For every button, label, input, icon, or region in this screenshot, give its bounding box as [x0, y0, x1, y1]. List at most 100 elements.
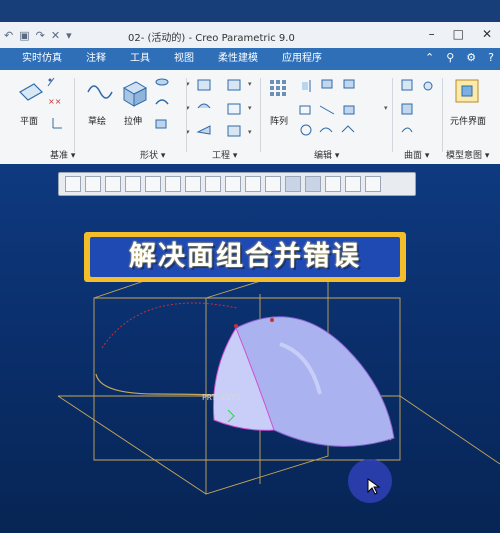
settings-icon[interactable]: ⚙	[466, 51, 476, 64]
blend-icon	[155, 119, 167, 129]
group-label-editing[interactable]: 编辑 ▾	[314, 148, 339, 161]
offset-icon	[319, 127, 333, 133]
project-icon	[300, 124, 312, 136]
appearance-icon[interactable]	[325, 176, 341, 192]
plane-button[interactable]: 平面	[20, 114, 38, 127]
tab-tools[interactable]: 工具	[118, 48, 162, 70]
mirror-icon	[302, 80, 311, 92]
axis-icon: ××	[48, 97, 61, 106]
freestyle-icon	[423, 81, 433, 91]
hole-icon	[197, 79, 211, 91]
svg-text:▾: ▾	[248, 104, 252, 112]
caption-banner: 解决面组合并错误	[78, 232, 412, 288]
round-icon	[197, 103, 211, 109]
pause-icon[interactable]	[345, 176, 361, 192]
view-normal-icon[interactable]	[285, 176, 301, 192]
sweep-icon	[155, 99, 169, 105]
chamfer-icon	[196, 125, 211, 135]
csys-icon	[52, 118, 62, 129]
boundary-blend-icon	[401, 103, 413, 115]
window-title: 02- (活动的) - Creo Parametric 9.0	[128, 33, 295, 44]
zoom-out-icon[interactable]	[105, 176, 121, 192]
group-separator	[260, 78, 261, 152]
pattern-button[interactable]: 阵列	[270, 114, 288, 127]
title-bar: ↶ ▣ ↷ ✕ ▾ 02- (活动的) - Creo Parametric 9.…	[0, 22, 500, 49]
help-icon[interactable]: ?	[488, 51, 494, 64]
repaint-icon[interactable]	[125, 176, 141, 192]
vertex-marker	[270, 318, 274, 322]
graphics-viewport[interactable]: PRT_CSYS	[0, 164, 500, 533]
undo-icon[interactable]: ↶	[4, 29, 13, 42]
extrude-button[interactable]: 拉伸	[124, 114, 142, 127]
tab-annotate[interactable]: 注释	[74, 48, 118, 70]
redo-icon[interactable]: ↷	[36, 29, 45, 42]
style-icon	[401, 127, 413, 133]
thicken-icon	[343, 105, 355, 115]
graphics-toolbar	[58, 172, 416, 196]
group-separator	[392, 78, 393, 152]
search-icon[interactable]: ⚲	[446, 51, 454, 64]
section-icon[interactable]	[305, 176, 321, 192]
rib-icon	[227, 125, 241, 137]
vertex-marker	[234, 324, 238, 328]
group-separator	[74, 78, 75, 152]
extend-icon	[299, 105, 311, 115]
ribbon-right-icons: ⌃ ⚲ ⚙ ?	[425, 51, 494, 64]
tab-flexible-modeling[interactable]: 柔性建模	[206, 48, 270, 70]
view-manager-icon[interactable]	[185, 176, 201, 192]
tab-applications[interactable]: 应用程序	[270, 48, 334, 70]
mouse-pointer-icon	[367, 478, 381, 495]
collapse-ribbon-icon[interactable]: ⌃	[425, 51, 434, 64]
surface-fill-icon	[401, 79, 413, 91]
ribbon-tabs: 实时仿真 注释 工具 视图 柔性建模 应用程序 ⌃ ⚲ ⚙ ?	[0, 48, 500, 70]
spin-center-icon[interactable]	[265, 176, 281, 192]
sketch-icon	[87, 85, 113, 99]
perspective-icon[interactable]	[205, 176, 221, 192]
group-separator	[442, 78, 443, 152]
close-window-icon[interactable]: ✕	[51, 29, 60, 42]
group-label-engineering[interactable]: 工程 ▾	[212, 148, 237, 161]
group-label-shapes[interactable]: 形状 ▾	[140, 148, 165, 161]
tab-real-time-simulation[interactable]: 实时仿真	[0, 48, 74, 70]
shell-icon	[227, 103, 241, 115]
trim-icon	[319, 105, 335, 115]
svg-text:▾: ▾	[248, 128, 252, 136]
extrude-icon	[122, 81, 148, 107]
close-button[interactable]: ✕	[482, 27, 492, 41]
window-frame-top	[0, 0, 500, 22]
group-label-datum[interactable]: 基准 ▾	[50, 148, 75, 161]
annotation-display-icon[interactable]	[245, 176, 261, 192]
dropdown-arrows: ▾▾▾ ▾▾▾ ▾	[186, 80, 388, 136]
banner-title: 解决面组合并错误	[129, 241, 361, 272]
plane-tag-text: PRT_CSYS	[202, 393, 241, 402]
sketch-button[interactable]: 草绘	[88, 114, 106, 127]
saved-orientations-icon[interactable]	[165, 176, 181, 192]
pattern-icon	[270, 80, 286, 96]
refit-icon[interactable]	[65, 176, 81, 192]
plane-icon	[19, 83, 43, 101]
solidify-icon	[341, 125, 355, 133]
group-label-model-intent[interactable]: 模型意图 ▾	[446, 148, 489, 161]
zoom-in-icon[interactable]	[85, 176, 101, 192]
svg-text:××: ××	[48, 97, 61, 106]
component-interface-button[interactable]: 元件界面	[450, 114, 486, 127]
draft-icon	[227, 79, 241, 91]
quick-access-toolbar: ↶ ▣ ↷ ✕ ▾	[0, 29, 72, 42]
svg-text:▾: ▾	[384, 104, 388, 112]
display-style-icon[interactable]	[145, 176, 161, 192]
datum-display-icon[interactable]	[225, 176, 241, 192]
display-options-icon[interactable]	[365, 176, 381, 192]
revolve-icon	[155, 78, 169, 86]
save-icon[interactable]: ▣	[19, 29, 29, 42]
model-geometry: PRT_CSYS	[57, 259, 500, 495]
minimize-button[interactable]: –	[429, 27, 435, 41]
group-label-surfaces[interactable]: 曲面 ▾	[404, 148, 429, 161]
intersect-icon	[343, 79, 355, 89]
group-separator	[186, 78, 187, 152]
tab-view[interactable]: 视图	[162, 48, 206, 70]
ribbon-panel: ×× ▾ ▾ ▾ ▾ ▾ ▾ ▾ 平面 草绘 拉伸 阵列 元件界面 基准 ▾ 形…	[0, 70, 500, 165]
customize-dropdown-icon[interactable]: ▾	[66, 29, 72, 42]
component-interface-icon	[455, 79, 479, 103]
svg-text:▾: ▾	[248, 80, 252, 88]
maximize-button[interactable]: □	[453, 27, 464, 41]
